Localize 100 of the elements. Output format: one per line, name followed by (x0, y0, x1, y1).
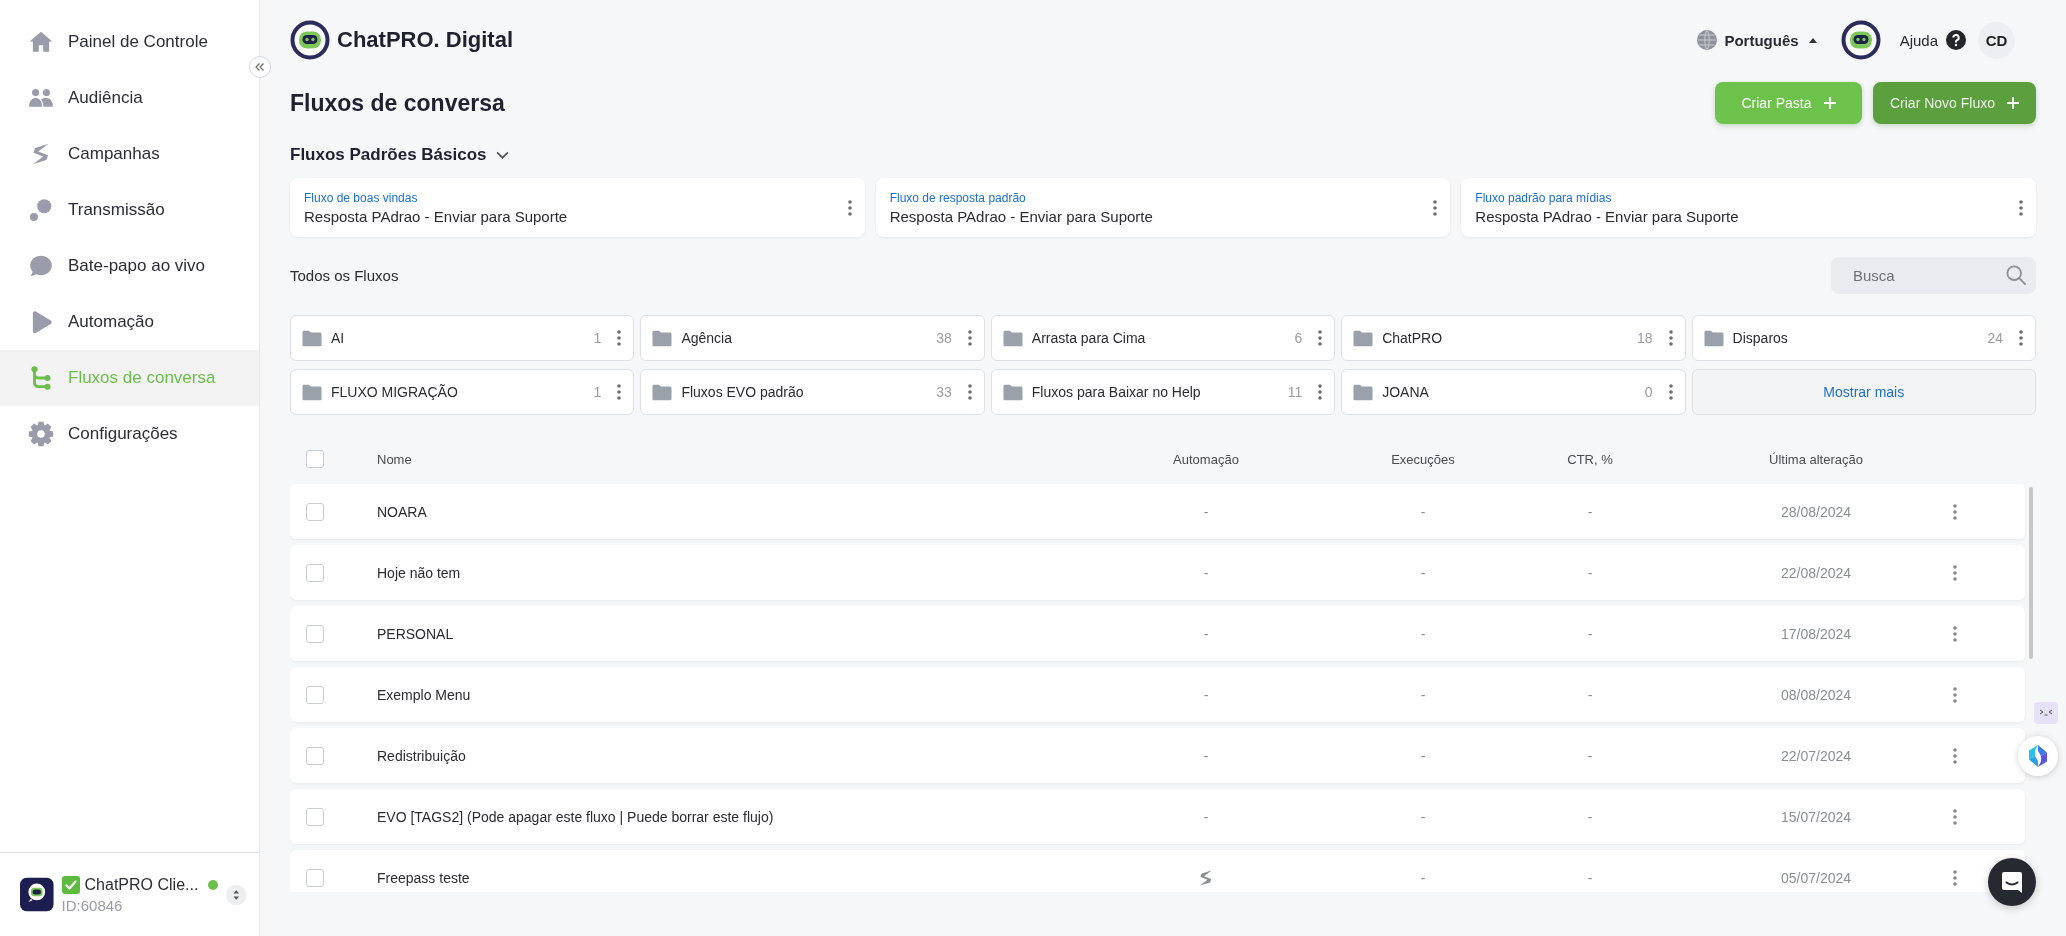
column-header[interactable]: Execuções (1391, 451, 1455, 467)
help-icon[interactable] (1946, 30, 1966, 50)
sidebar-item[interactable]: Configurações (0, 406, 259, 462)
date-cell: 17/08/2024 (1780, 625, 1852, 642)
folder-icon (1353, 383, 1374, 401)
card-value: Resposta PAdrao - Enviar para Suporte (304, 207, 568, 225)
folder-name: AI (331, 330, 345, 346)
double-chevron-left-icon[interactable] (249, 56, 271, 78)
show-more-button[interactable]: Mostrar mais (1691, 369, 2036, 415)
chevron-down-icon[interactable] (495, 151, 509, 159)
more-icon[interactable] (1433, 199, 1438, 216)
table-cell: - (1420, 869, 1426, 886)
sidebar-item[interactable]: Bate-papo ao vivo (0, 238, 259, 294)
page-title: Fluxos de conversa (290, 89, 505, 117)
more-icon[interactable] (1953, 686, 1957, 703)
section-title[interactable]: Fluxos Padrões Básicos (290, 145, 487, 165)
checkbox[interactable] (306, 685, 324, 704)
sidebar-item[interactable]: Campanhas (0, 126, 259, 182)
flow-card[interactable]: Fluxo de resposta padrão Resposta PAdrao - Enviar para Suporte (875, 178, 1451, 237)
checkbox[interactable] (306, 868, 324, 887)
table-row[interactable]: Hoje não tem - - - 22/08/2024 (290, 545, 2025, 600)
emoticon-icon[interactable] (2034, 702, 2058, 724)
sidebar-item[interactable]: Audiência (0, 70, 259, 126)
date-cell: 28/08/2024 (1780, 503, 1852, 520)
more-icon[interactable] (617, 384, 622, 400)
more-icon[interactable] (1318, 330, 1323, 346)
flow-card[interactable]: Fluxo padrão para mídias Resposta PAdrao - Enviar para Suporte (1461, 178, 2036, 237)
more-icon[interactable] (847, 199, 852, 216)
table-cell: - (1587, 686, 1593, 703)
folder-card[interactable]: Arrasta para Cima 6 (990, 315, 1336, 361)
table-cell: - (1587, 808, 1593, 825)
table-cell: - (1587, 503, 1593, 520)
more-icon[interactable] (1953, 869, 1957, 886)
folder-card[interactable]: ChatPRO 18 (1341, 315, 1686, 361)
folder-name: Agência (681, 330, 732, 346)
checkbox[interactable] (306, 450, 324, 468)
table-cell: - (1587, 564, 1593, 581)
checkbox[interactable] (306, 807, 324, 826)
more-icon[interactable] (1668, 330, 1673, 346)
column-header[interactable]: Automação (1173, 451, 1239, 467)
flow-card[interactable]: Fluxo de boas vindas Resposta PAdrao - Enviar para Suporte (290, 178, 865, 237)
more-icon[interactable] (1318, 384, 1323, 400)
more-icon[interactable] (967, 384, 972, 400)
column-header[interactable]: Nome (377, 451, 412, 467)
more-icon[interactable] (617, 330, 622, 346)
updown-icon[interactable] (226, 882, 247, 907)
column-header[interactable]: Última alteração (1769, 451, 1863, 467)
sidebar-item[interactable]: Painel de Controle (0, 14, 259, 70)
table-row[interactable]: Redistribuição - - - 22/07/2024 (290, 728, 2025, 783)
card-label: Fluxo de boas vindas (304, 190, 418, 205)
flow-name: Redistribuição (377, 747, 466, 764)
folder-card[interactable]: Disparos 24 (1691, 315, 2036, 361)
column-header[interactable]: CTR, % (1567, 451, 1613, 467)
help-link[interactable]: Ajuda (1899, 31, 1938, 49)
table-cell: - (1203, 747, 1209, 764)
table-row[interactable]: PERSONAL - - - 17/08/2024 (290, 606, 2025, 661)
table-row[interactable]: Exemplo Menu - - - 08/08/2024 (290, 667, 2025, 722)
table-row[interactable]: Freepass teste - - 05/07/2024 (290, 850, 2025, 892)
checkbox[interactable] (306, 502, 324, 521)
more-icon[interactable] (1953, 564, 1957, 581)
chat-icon[interactable] (1988, 858, 2036, 906)
card-label: Fluxo padrão para mídias (1475, 190, 1612, 205)
robot-logo-icon (290, 20, 330, 60)
sidebar-item[interactable]: Transmissão (0, 182, 259, 238)
folder-card[interactable]: Fluxos para Baixar no Help 11 (990, 369, 1336, 415)
checkbox[interactable] (306, 624, 324, 643)
folder-icon (1353, 329, 1374, 347)
sidebar-item[interactable]: Automação (0, 294, 259, 350)
scrollbar-thumb[interactable] (2028, 487, 2033, 659)
table-row[interactable]: EVO [TAGS2] (Pode apagar este fluxo | Puede borrar este flujo) - - - 15/07/2024 (290, 789, 2025, 844)
user-avatar[interactable]: CD (1978, 21, 2015, 59)
language-selector[interactable]: Português (1724, 31, 1799, 49)
caret-up-icon[interactable] (1808, 37, 1817, 43)
more-icon[interactable] (2019, 199, 2023, 216)
table-cell: - (1420, 625, 1426, 642)
checkbox[interactable] (306, 563, 324, 582)
more-icon[interactable] (2019, 330, 2023, 346)
folder-card[interactable]: Fluxos EVO padrão 33 (640, 369, 985, 415)
folder-card[interactable]: Agência 38 (640, 315, 985, 361)
folder-name: Fluxos EVO padrão (681, 384, 804, 400)
more-icon[interactable] (1668, 384, 1673, 400)
folder-card[interactable]: FLUXO MIGRAÇÃO 1 (290, 369, 635, 415)
date-cell: 22/08/2024 (1780, 564, 1852, 581)
table-row[interactable]: NOARA - - - 28/08/2024 (290, 484, 2025, 539)
folder-icon (302, 383, 322, 401)
more-icon[interactable] (967, 330, 972, 346)
folder-card[interactable]: JOANA 0 (1341, 369, 1686, 415)
robot-avatar-icon[interactable] (1840, 20, 1881, 60)
folder-count: 33 (936, 384, 952, 400)
more-icon[interactable] (1953, 625, 1957, 642)
more-icon[interactable] (1953, 503, 1957, 520)
search-field[interactable]: Busca (1831, 257, 2036, 294)
more-icon[interactable] (1953, 747, 1957, 764)
more-icon[interactable] (1953, 808, 1957, 825)
folder-icon (1002, 383, 1023, 401)
table-cell: - (1203, 503, 1209, 520)
folder-card[interactable]: AI 1 (290, 315, 635, 361)
brand-name: ChatPRO. Digital (337, 27, 513, 53)
table-cell: - (1203, 808, 1209, 825)
checkbox[interactable] (306, 746, 324, 765)
